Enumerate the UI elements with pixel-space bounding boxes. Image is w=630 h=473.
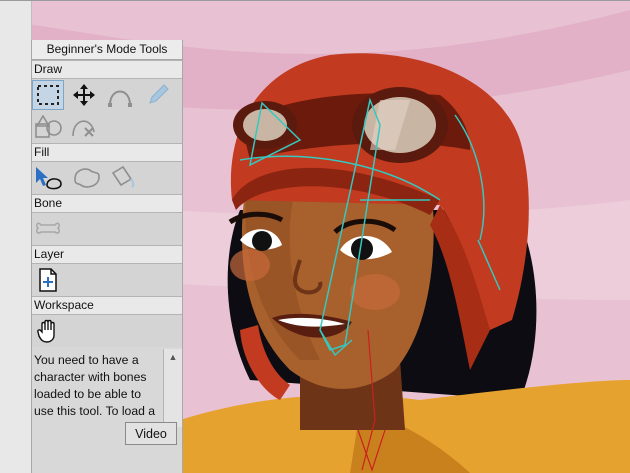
shape-icon[interactable] xyxy=(32,112,64,142)
new-layer-icon[interactable] xyxy=(32,265,64,295)
section-workspace-header: Workspace xyxy=(32,296,182,315)
section-draw-header: Draw xyxy=(32,60,182,79)
fill-tools-row xyxy=(32,162,182,194)
section-layer-header: Layer xyxy=(32,245,182,264)
tools-panel: Beginner's Mode Tools Draw Fill Bone Lay… xyxy=(31,40,183,473)
workspace-tools-row xyxy=(32,315,182,347)
section-fill-header: Fill xyxy=(32,143,182,162)
top-border xyxy=(0,0,630,1)
bone-icon[interactable] xyxy=(32,214,64,244)
bone-tools-row xyxy=(32,213,182,245)
delete-edge-icon[interactable] xyxy=(68,112,100,142)
left-strip xyxy=(0,0,32,473)
draw-tools-row-2 xyxy=(32,111,182,143)
select-shape-icon[interactable] xyxy=(32,163,64,193)
section-bone-header: Bone xyxy=(32,194,182,213)
panel-title: Beginner's Mode Tools xyxy=(32,40,182,60)
transform-icon[interactable] xyxy=(68,80,100,110)
select-points-icon[interactable] xyxy=(32,80,64,110)
help-text: You need to have a character with bones … xyxy=(34,353,156,418)
create-shape-icon[interactable] xyxy=(70,163,102,193)
draw-tools-row-1 xyxy=(32,79,182,111)
help-scrollbar[interactable]: ▲ xyxy=(163,349,182,427)
video-button[interactable]: Video xyxy=(125,422,177,445)
pencil-icon[interactable] xyxy=(142,80,174,110)
scroll-up-arrow-icon[interactable]: ▲ xyxy=(164,349,182,365)
curve-icon[interactable] xyxy=(104,80,136,110)
paint-bucket-icon[interactable] xyxy=(106,163,138,193)
hand-icon[interactable] xyxy=(32,316,64,346)
help-box: You need to have a character with bones … xyxy=(32,349,182,473)
layer-tools-row xyxy=(32,264,182,296)
